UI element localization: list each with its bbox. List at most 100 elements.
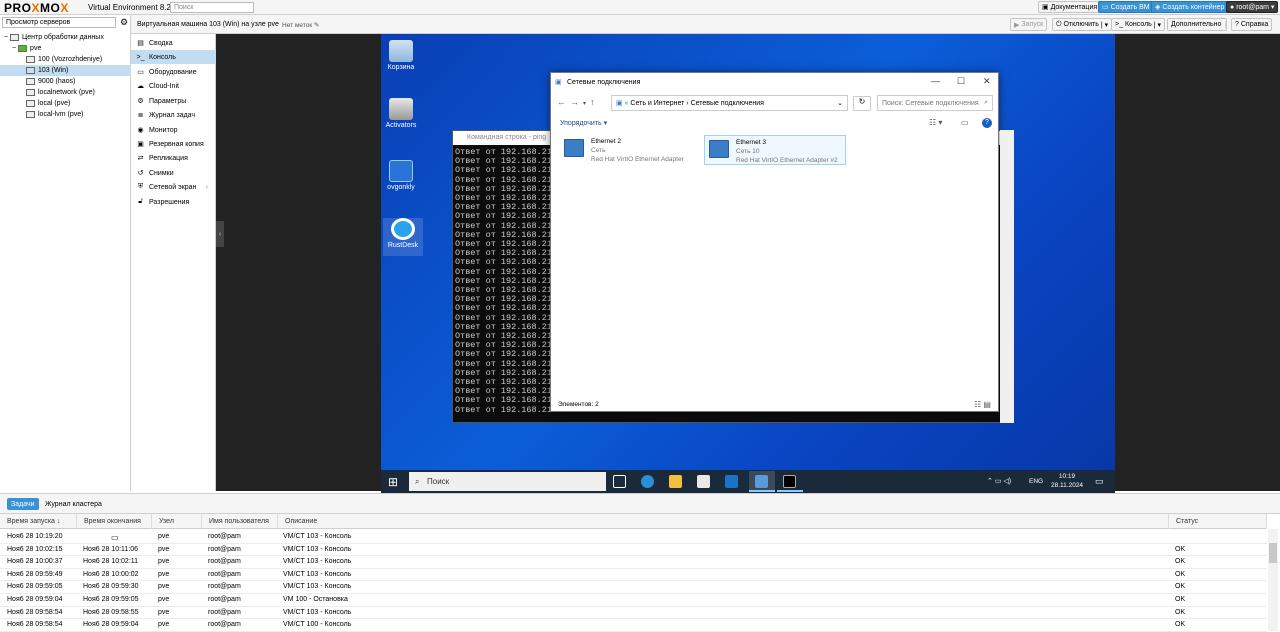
preview-pane-icon[interactable]: ▭ (961, 118, 969, 127)
desktop-icon-recycle-bin[interactable]: Корзина (381, 40, 421, 71)
up-icon[interactable]: ↑ (590, 97, 599, 107)
gear-icon[interactable]: ⚙ (120, 17, 128, 28)
table-row[interactable]: Ноя6 28 10:00:37 Ноя6 28 10:02:11 pve root@… (0, 556, 1267, 569)
table-row[interactable]: Ноя6 28 10:19:20 ▭ pve root@pam VM/CT 103 - … (0, 531, 1267, 544)
console-button[interactable]: >_ Консоль | ▾ (1111, 18, 1166, 31)
taskbar-search[interactable]: ⌕ Поиск (409, 472, 606, 491)
tab-tasks[interactable]: Задачи (7, 498, 39, 510)
refresh-icon[interactable]: ↻ (853, 96, 871, 111)
table-cell: Ноя6 28 09:59:04 (7, 596, 63, 603)
tray-icons[interactable]: ⌃ ▭ ◁) (987, 477, 1011, 485)
task-view-icon[interactable] (613, 475, 626, 488)
menu-backup[interactable]: ▣ Резервная копия (131, 137, 216, 151)
menu-replication[interactable]: ⇄ Репликация (131, 151, 216, 165)
menu-snapshots[interactable]: ↺ Снимки (131, 166, 216, 180)
proxmox-logo[interactable]: PROXMOX (4, 1, 69, 15)
documentation-button[interactable]: ▣ Документация (1038, 1, 1102, 13)
menu-task-history[interactable]: ≣ Журнал задач (131, 108, 216, 122)
chevron-up-icon: ⌃ (987, 478, 993, 485)
adapter-ethernet-3[interactable]: Ethernet 3 Сеть 10 Red Hat VirtIO Ethernet… (704, 135, 846, 165)
table-cell: OK (1175, 621, 1186, 629)
explorer-search-input[interactable]: Поиск: Сетевые подключения ⌕ (877, 95, 993, 111)
menu-options[interactable]: ⚙ Параметры (131, 94, 216, 108)
start-button[interactable]: ▶ Запуск (1010, 18, 1048, 31)
menu-firewall[interactable]: ⛨ Сетевой экран › (131, 180, 216, 194)
address-bar[interactable]: ▣ « Сеть и Интернет › Сетевые подключени… (611, 95, 848, 111)
chevron-down-icon[interactable]: ▾ (583, 101, 590, 107)
notification-icon[interactable]: ▭ (1095, 476, 1104, 487)
forward-icon[interactable]: → (570, 97, 583, 107)
table-cell: VM/CT 103 - Консоль (283, 533, 352, 540)
tab-cluster-log[interactable]: Журнал кластера (41, 498, 106, 510)
more-button[interactable]: Дополнительно |▾ (1167, 18, 1227, 31)
nav-arrows[interactable]: ←→▾↑ (557, 97, 599, 107)
table-cell: Ноя6 28 09:59:05 (7, 583, 63, 591)
col-user[interactable]: Имя пользователя (202, 514, 278, 529)
table-row[interactable]: Ноя6 28 09:58:54 Ноя6 28 09:58:55 pve root@… (0, 607, 1267, 620)
tags-label[interactable]: Нет меток ✎ (282, 21, 319, 29)
col-status[interactable]: Статус (1169, 514, 1267, 529)
tree-item-vm-103[interactable]: 103 (Win) (0, 65, 131, 76)
col-description[interactable]: Описание (278, 514, 1169, 529)
network-connections-window[interactable]: ▣ Сетевые подключения — ☐ ✕ ←→▾↑ ▣ « Сеть… (550, 72, 999, 412)
help-icon[interactable]: ? (982, 118, 992, 128)
view-selector[interactable]: Просмотр серверов (2, 17, 116, 28)
organize-menu[interactable]: Упорядочить ▾ (560, 119, 607, 127)
tree-item-node[interactable]: − pve (0, 43, 131, 54)
desktop-icon-rustdesk[interactable]: RustDesk (383, 218, 423, 256)
edge-icon[interactable] (641, 475, 654, 488)
tasks-scrollbar[interactable] (1268, 529, 1278, 631)
desktop-icon-activators[interactable]: Activators (381, 98, 421, 129)
create-ct-button[interactable]: ◈ Создать контейнер (1151, 1, 1229, 13)
table-row[interactable]: Ноя6 28 09:59:49 Ноя6 28 10:00:02 pve root@… (0, 569, 1267, 582)
view-options-icon[interactable]: ☷ ▾ (929, 118, 942, 127)
menu-hardware[interactable]: ▭ Оборудование (131, 65, 216, 79)
tree-item-local[interactable]: local (pve) (0, 98, 131, 109)
table-cell: Ноя6 28 10:00:37 (7, 558, 63, 566)
col-end-time[interactable]: Время окончания (77, 514, 152, 529)
table-cell: root@pam (208, 558, 241, 566)
taskbar-clock[interactable]: 10:19 28.11.2024 (1051, 472, 1083, 490)
search-input[interactable]: Поиск (170, 2, 254, 13)
file-explorer-icon[interactable] (669, 475, 682, 488)
tree-item-vm-100[interactable]: 100 (Vozrozhdeniye) (0, 54, 131, 65)
create-vm-button[interactable]: ▭ Создать ВМ (1098, 1, 1154, 13)
adapter-ethernet-2[interactable]: Ethernet 2 Сеть Red Hat VirtIO Ethernet Ad… (560, 135, 702, 165)
table-cell: VM/CT 100 - Консоль (283, 621, 352, 629)
back-icon[interactable]: ← (557, 97, 570, 107)
close-icon[interactable]: ✕ (983, 76, 991, 87)
col-start-time[interactable]: Время запуска ↓ (0, 514, 77, 529)
novnc-sidebar-handle[interactable]: ‹ (216, 221, 224, 247)
shutdown-button[interactable]: ⏻ Отключить | ▾ (1052, 18, 1113, 31)
scrollbar-thumb[interactable] (1269, 543, 1277, 563)
tree-item-datacenter[interactable]: − Центр обработки данных (0, 32, 131, 43)
desktop-icon-ovgonkly[interactable]: ovgonkly (381, 160, 421, 191)
menu-cloud-init[interactable]: ☁ Cloud-Init (131, 79, 216, 93)
help-button[interactable]: ? Справка (1231, 18, 1273, 31)
menu-summary[interactable]: ▤ Сводка (131, 36, 216, 50)
maximize-icon[interactable]: ☐ (957, 76, 965, 87)
menu-monitor[interactable]: ◉ Монитор (131, 123, 216, 137)
table-cell: Ноя6 28 10:11:06 (83, 545, 139, 553)
language-indicator[interactable]: ENG (1029, 478, 1043, 485)
cmd-scrollbar[interactable] (1000, 130, 1014, 423)
table-row[interactable]: Ноя6 28 09:59:04 Ноя6 28 09:59:05 pve root@… (0, 594, 1267, 607)
tree-item-local-lvm[interactable]: local-lvm (pve) (0, 109, 131, 120)
user-menu-button[interactable]: ● root@pam ▾ (1226, 1, 1279, 13)
col-node[interactable]: Узел (152, 514, 202, 529)
windows-start-icon[interactable]: ⊞ (388, 475, 398, 489)
tree-item-vm-9000[interactable]: 9000 (haos) (0, 76, 131, 87)
table-cell: Ноя6 28 09:59:04 (83, 621, 139, 629)
store-icon[interactable] (697, 475, 710, 488)
view-toggle-icons[interactable]: ☷ ▤ (974, 400, 991, 409)
table-row[interactable]: Ноя6 28 10:02:15 Ноя6 28 10:11:06 pve root@… (0, 544, 1267, 557)
table-row[interactable]: Ноя6 28 09:59:05 Ноя6 28 09:59:30 pve root@… (0, 581, 1267, 594)
menu-permissions[interactable]: 🔓︎ Разрешения (131, 195, 216, 209)
mail-icon[interactable] (725, 475, 738, 488)
taskbar-cmd-window[interactable] (777, 471, 803, 492)
taskbar-network-window[interactable] (749, 471, 775, 492)
chevron-down-icon[interactable]: ⌄ (837, 99, 843, 107)
tree-item-localnetwork[interactable]: localnetwork (pve) (0, 87, 131, 98)
menu-console[interactable]: >_ Консоль (131, 50, 216, 64)
minimize-icon[interactable]: — (931, 76, 940, 86)
